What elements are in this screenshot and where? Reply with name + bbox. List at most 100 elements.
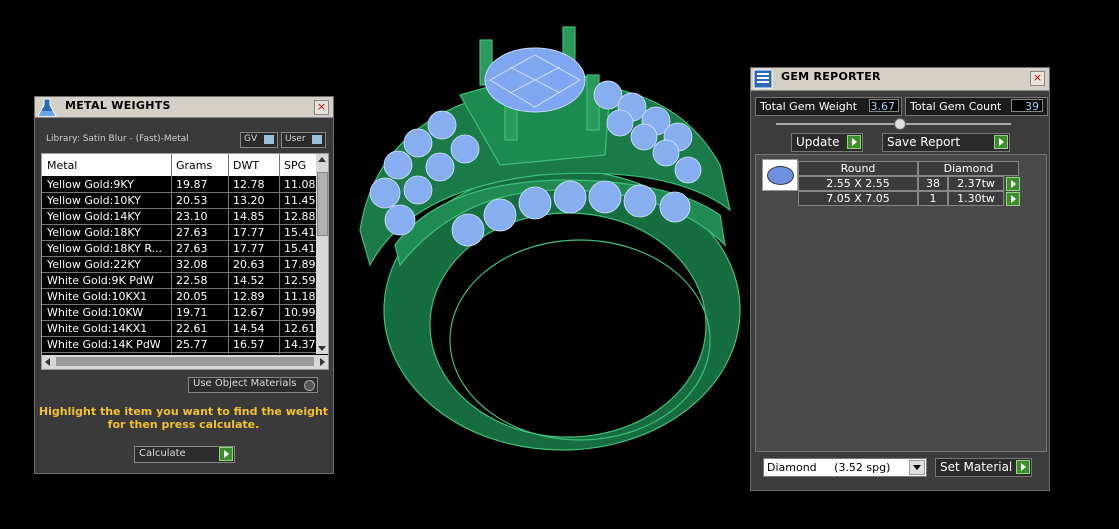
scroll-thumb[interactable] <box>56 357 314 366</box>
close-icon[interactable]: × <box>1030 71 1045 86</box>
side-gem <box>383 150 413 180</box>
table-row[interactable]: Yellow Gold:14KY 23.10 14.85 12.88 <box>42 208 316 225</box>
table-cell: Yellow Gold:22KY <box>47 258 141 271</box>
table-cell: Yellow Gold:9KY <box>47 178 134 191</box>
table-cell: 14.85 <box>233 210 265 223</box>
gem-list-table: Round Diamond 2.55 X 2.55 38 2.37tw 7.05 X … <box>755 154 1047 452</box>
gem-count-cell: 38 <box>918 176 948 191</box>
gem-thumbnail-icon[interactable] <box>762 159 798 191</box>
play-arrow-icon <box>1016 460 1030 474</box>
slider-knob[interactable] <box>894 118 906 130</box>
table-row[interactable]: White Gold:10KW 19.71 12.67 10.99 <box>42 304 316 321</box>
total-gem-weight-label: Total Gem Weight <box>760 100 858 113</box>
side-gem <box>483 198 517 232</box>
metal-weights-panel: METAL WEIGHTS × Library: Satin Blur - (F… <box>34 96 334 474</box>
table-row[interactable]: White Gold:14KX1 22.61 14.54 12.61 <box>42 320 316 337</box>
table-cell: White Gold:10KW <box>47 306 144 319</box>
flask-icon <box>37 98 57 117</box>
side-gem <box>659 191 691 223</box>
table-row[interactable]: Yellow Gold:18KY R... 27.63 17.77 15.41 <box>42 240 316 257</box>
column-header-dwt[interactable]: DWT <box>233 159 259 172</box>
scroll-thumb[interactable] <box>317 172 328 236</box>
close-icon[interactable]: × <box>314 100 329 115</box>
side-gem <box>425 152 455 182</box>
table-cell: Yellow Gold:14KY <box>47 210 141 223</box>
report-slider[interactable] <box>776 118 1011 130</box>
table-row[interactable]: Yellow Gold:9KY 19.87 12.78 11.08 <box>42 176 316 193</box>
play-arrow-icon[interactable] <box>1006 192 1020 206</box>
table-cell: 20.53 <box>176 194 208 207</box>
table-row[interactable]: Yellow Gold:18KY 27.63 17.77 15.41 <box>42 224 316 241</box>
column-header-grams[interactable]: Grams <box>176 159 212 172</box>
update-button[interactable]: Update <box>791 133 863 152</box>
side-gem <box>652 139 680 167</box>
table-cell: 27.63 <box>176 242 208 255</box>
metal-weights-title: METAL WEIGHTS <box>65 99 171 112</box>
table-cell: 12.67 <box>233 306 265 319</box>
scroll-left-icon[interactable] <box>45 358 50 366</box>
table-row[interactable]: Yellow Gold:10KY 20.53 13.20 11.45 <box>42 192 316 209</box>
material-select[interactable]: Diamond (3.52 spg) <box>763 458 927 477</box>
horizontal-scrollbar[interactable] <box>42 355 328 369</box>
material-select-value: Diamond (3.52 spg) <box>767 461 891 474</box>
toggle-indicator-icon <box>312 135 322 144</box>
table-cell: 19.87 <box>176 178 208 191</box>
table-cell: 17.77 <box>233 242 265 255</box>
material-header: Diamond <box>918 161 1019 176</box>
table-cell: 19.71 <box>176 306 208 319</box>
table-cell: 17.77 <box>233 226 265 239</box>
calculate-button[interactable]: Calculate <box>134 446 235 463</box>
table-cell: Yellow Gold:18KY <box>47 226 141 239</box>
scroll-down-icon[interactable] <box>318 346 326 351</box>
table-cell: 22.61 <box>176 322 208 335</box>
side-gem <box>427 110 457 140</box>
metal-weights-table[interactable]: Metal Grams DWT SPG Yellow Gold:9KY 19.87… <box>41 153 329 370</box>
set-material-label: Set Material <box>940 460 1013 474</box>
gem-reporter-titlebar[interactable]: GEM REPORTER × <box>751 68 1049 91</box>
ring-3d-model[interactable] <box>340 15 750 465</box>
gv-toggle[interactable]: GV <box>240 132 278 148</box>
side-gem <box>384 204 416 236</box>
user-toggle[interactable]: User <box>281 132 326 148</box>
dropdown-arrow-icon[interactable] <box>909 460 925 475</box>
set-material-button[interactable]: Set Material <box>935 458 1032 477</box>
table-cell: White Gold:14K PdW <box>47 338 161 351</box>
scroll-right-icon[interactable] <box>320 358 325 366</box>
play-arrow-icon <box>219 447 233 461</box>
scroll-up-icon[interactable] <box>318 157 326 162</box>
table-cell: White Gold:10KX1 <box>47 290 148 303</box>
table-cell: 27.63 <box>176 226 208 239</box>
ring-shank-inner <box>429 212 707 438</box>
table-cell: 12.89 <box>233 290 265 303</box>
side-gem <box>451 213 485 247</box>
metal-weights-titlebar[interactable]: METAL WEIGHTS × <box>35 97 333 118</box>
use-object-materials-button[interactable]: Use Object Materials <box>188 377 318 393</box>
side-gem <box>450 134 480 164</box>
side-gem <box>630 123 658 151</box>
side-gem <box>674 156 702 184</box>
total-gem-weight-value: 3.67 <box>869 99 899 113</box>
table-cell: 12.78 <box>233 178 265 191</box>
table-cell: 14.54 <box>233 322 265 335</box>
table-row[interactable]: Yellow Gold:22KY 32.08 20.63 17.89 <box>42 256 316 273</box>
side-gem <box>403 128 433 158</box>
column-header-spg[interactable]: SPG <box>284 159 306 172</box>
side-gem <box>553 180 587 214</box>
calculate-label: Calculate <box>139 448 186 459</box>
table-row[interactable]: White Gold:10KX1 20.05 12.89 11.18 <box>42 288 316 305</box>
gem-weight-cell: 2.37tw <box>948 176 1004 191</box>
save-report-button[interactable]: Save Report <box>882 133 1010 152</box>
instruction-text-line2: for then press calculate. <box>107 418 260 431</box>
gem-weight-cell: 1.30tw <box>948 191 1004 206</box>
user-toggle-label: User <box>285 134 306 144</box>
column-header-metal[interactable]: Metal <box>47 159 77 172</box>
side-gem <box>623 184 657 218</box>
table-row[interactable]: White Gold:14K PdW 25.77 16.57 14.37 <box>42 336 316 353</box>
play-arrow-icon[interactable] <box>1006 177 1020 191</box>
vertical-scrollbar[interactable] <box>316 154 328 354</box>
play-arrow-icon <box>847 135 861 149</box>
gem-size-cell: 7.05 X 7.05 <box>798 191 918 206</box>
play-arrow-icon <box>994 135 1008 149</box>
table-cell: 22.58 <box>176 274 208 287</box>
table-row[interactable]: White Gold:9K PdW 22.58 14.52 12.59 <box>42 272 316 289</box>
